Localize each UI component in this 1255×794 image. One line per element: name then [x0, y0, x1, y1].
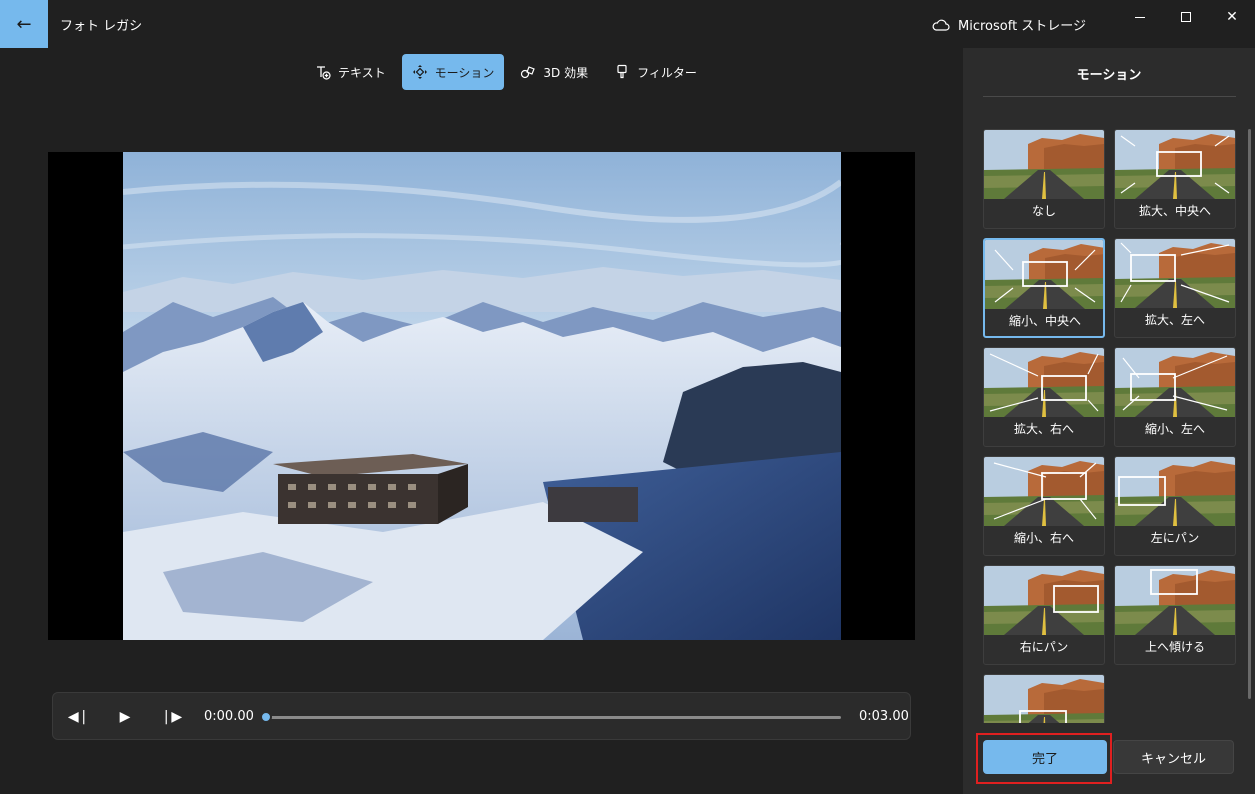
arrow-left-icon: ←: [16, 13, 32, 35]
motion-option-label: 拡大、左へ: [1144, 313, 1205, 327]
motion-option-label: なし: [1031, 204, 1056, 218]
motion-option-zoom-out-left[interactable]: 縮小、左へ: [1114, 347, 1236, 447]
motion-options-grid: なし 拡大、中央へ 縮小、中央へ 拡大、左へ 拡大、右へ 縮小、左へ 縮小、右へ: [983, 129, 1236, 723]
panel-divider: [983, 96, 1236, 97]
motion-option-label: 左にパン: [1150, 531, 1200, 545]
motion-option-pan-right[interactable]: 右にパン: [983, 565, 1105, 665]
road-thumbnail: [984, 457, 1104, 526]
road-thumbnail: [984, 348, 1104, 417]
road-thumbnail: [984, 566, 1104, 635]
play-icon: ▶: [119, 709, 131, 725]
motion-option-zoom-in-center[interactable]: 拡大、中央へ: [1114, 129, 1236, 229]
road-thumbnail: [985, 240, 1103, 309]
tab-text-label: テキスト: [338, 65, 386, 80]
current-time: 0:00.00: [204, 709, 254, 724]
play-button[interactable]: ▶: [113, 705, 137, 729]
close-icon: ✕: [1226, 9, 1238, 25]
road-thumbnail: [984, 675, 1104, 723]
done-button[interactable]: 完了: [983, 740, 1107, 774]
motion-option-none[interactable]: なし: [983, 129, 1105, 229]
maximize-icon: [1181, 12, 1191, 22]
motion-option-pan-left[interactable]: 左にパン: [1114, 456, 1236, 556]
road-thumbnail: [1115, 457, 1235, 526]
app-title: フォト レガシ: [60, 19, 143, 34]
road-thumbnail: [984, 130, 1104, 199]
motion-option-label: 縮小、中央へ: [1008, 314, 1081, 328]
motion-option-label: 上へ傾ける: [1144, 640, 1205, 654]
seek-track[interactable]: [267, 716, 841, 719]
motion-panel: モーション なし 拡大、中央へ 縮小、中央へ 拡大、左へ 拡大、右へ 縮小、左へ: [963, 48, 1255, 794]
minimize-icon: [1135, 16, 1145, 18]
cloud-icon: [932, 19, 950, 31]
motion-option-zoom-out-right[interactable]: 縮小、右へ: [983, 456, 1105, 556]
motion-icon: [412, 65, 427, 79]
motion-option-zoom-in-left[interactable]: 拡大、左へ: [1114, 238, 1236, 338]
tab-motion[interactable]: モーション: [401, 54, 505, 90]
mountain-photo: [123, 152, 841, 640]
panel-title: モーション: [1076, 68, 1142, 83]
tab-motion-label: モーション: [434, 65, 495, 80]
motion-option-zoom-in-right[interactable]: 拡大、右へ: [983, 347, 1105, 447]
motion-option-label: 縮小、右へ: [1013, 531, 1074, 545]
tab-filter-label: フィルター: [637, 65, 697, 80]
cancel-button[interactable]: キャンセル: [1113, 740, 1234, 774]
motion-option-label: 拡大、右へ: [1013, 422, 1074, 436]
minimize-button[interactable]: [1117, 6, 1163, 28]
panel-scrollbar[interactable]: [1248, 129, 1251, 699]
step-back-icon: ◀ |: [67, 709, 87, 725]
text-add-icon: [317, 66, 331, 80]
motion-option-tilt-down[interactable]: [983, 674, 1105, 723]
back-button[interactable]: ←: [0, 0, 48, 48]
tab-3d-effects-label: 3D 効果: [543, 65, 589, 80]
motion-option-tilt-up[interactable]: 上へ傾ける: [1114, 565, 1236, 665]
tab-text[interactable]: テキスト: [305, 54, 396, 90]
total-time: 0:03.00: [859, 709, 909, 724]
motion-option-label: 拡大、中央へ: [1138, 204, 1211, 218]
road-thumbnail: [1115, 130, 1235, 199]
playback-bar: ◀ | ▶ | ▶ 0:00.00 0:03.00: [52, 692, 911, 740]
previous-frame-button[interactable]: ◀ |: [65, 705, 89, 729]
step-forward-icon: | ▶: [163, 709, 183, 725]
close-button[interactable]: ✕: [1209, 6, 1255, 28]
seek-thumb[interactable]: [260, 711, 272, 723]
video-preview: [48, 152, 915, 640]
tab-filter[interactable]: フィルター: [604, 54, 707, 90]
storage-button[interactable]: Microsoft ストレージ: [932, 15, 1086, 34]
motion-option-label: 右にパン: [1019, 640, 1069, 654]
next-frame-button[interactable]: | ▶: [161, 705, 185, 729]
edit-toolbar: テキスト モーション 3D 効果 フィルター: [305, 54, 707, 90]
tab-3d-effects[interactable]: 3D 効果: [510, 54, 598, 90]
road-thumbnail: [1115, 348, 1235, 417]
maximize-button[interactable]: [1163, 6, 1209, 28]
road-thumbnail: [1115, 566, 1235, 635]
road-thumbnail: [1115, 239, 1235, 308]
3d-effects-icon: [521, 66, 536, 79]
storage-label: Microsoft ストレージ: [958, 19, 1087, 34]
motion-option-zoom-out-center[interactable]: 縮小、中央へ: [983, 238, 1105, 338]
motion-option-label: 縮小、左へ: [1144, 422, 1205, 436]
filter-icon: [617, 64, 627, 79]
